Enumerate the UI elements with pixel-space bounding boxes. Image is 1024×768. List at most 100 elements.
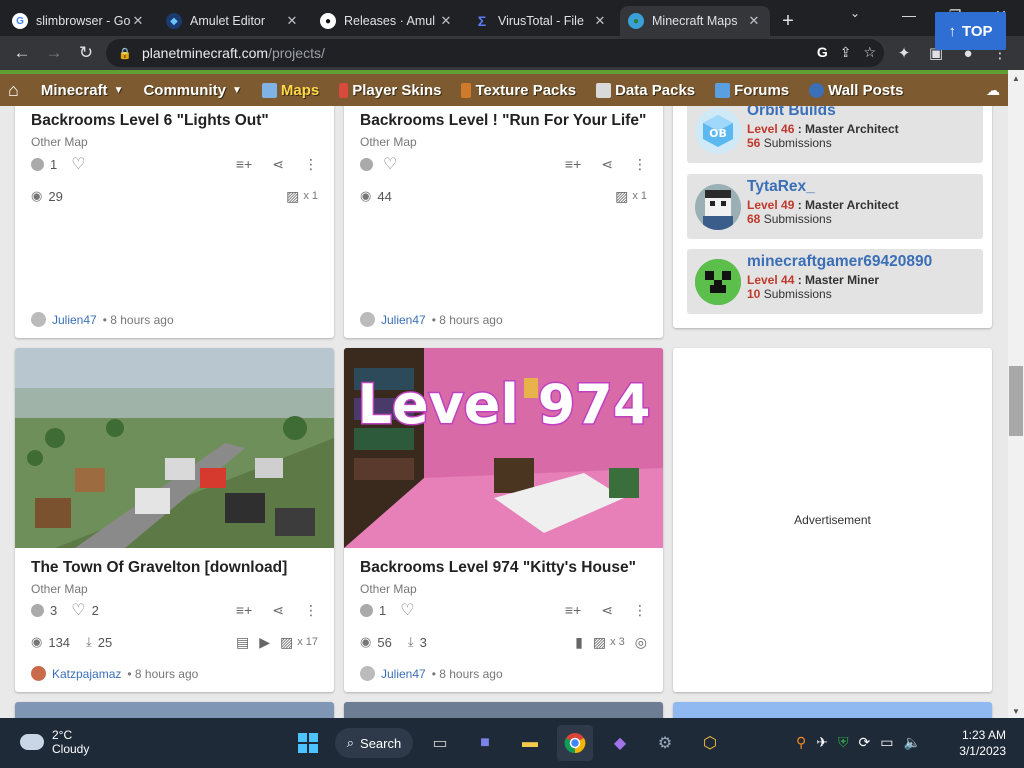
member-name[interactable]: minecraftgamer69420890 (747, 253, 932, 271)
bookmark-star-icon[interactable]: ☆ (863, 44, 876, 61)
task-view-icon[interactable]: ▭ (422, 725, 458, 761)
add-to-list-icon[interactable]: ≡+ (236, 156, 252, 172)
avatar[interactable] (360, 312, 375, 327)
security-icon[interactable]: ⛨ (838, 734, 849, 751)
project-card[interactable]: The Town Of Gravelton [download] Other M… (15, 348, 334, 692)
project-title[interactable]: The Town Of Gravelton [download] (31, 559, 287, 577)
advertisement-card[interactable]: Advertisement (673, 348, 992, 692)
share-icon[interactable]: ⋖ (601, 156, 613, 173)
close-icon[interactable]: ✕ (284, 13, 300, 29)
tab-amulet-editor[interactable]: ◆ Amulet Editor ✕ (158, 6, 308, 36)
compass-icon[interactable]: ◎ (635, 634, 647, 651)
member-card[interactable]: minecraftgamer69420890 Level 44 : Master… (687, 249, 983, 314)
more-icon[interactable]: ⋮ (633, 156, 647, 173)
minimize-icon[interactable]: — (886, 0, 932, 30)
project-title[interactable]: Backrooms Level 6 "Lights Out" (31, 112, 269, 130)
member-card[interactable]: OB Orbit Builds Level 46 : Master Archit… (687, 106, 983, 163)
heart-icon[interactable]: ♡ (71, 154, 85, 174)
project-thumbnail[interactable]: Level 974 (344, 348, 663, 548)
nav-wall-posts[interactable]: Wall Posts (809, 82, 903, 99)
heart-icon[interactable]: ♡ (400, 600, 414, 620)
sync-icon[interactable]: ⟳ (859, 734, 871, 751)
cloud-off-icon[interactable]: ☁ (986, 82, 1000, 99)
file-icon[interactable]: ▮ (575, 634, 583, 651)
back-icon[interactable]: ← (6, 38, 38, 68)
project-title[interactable]: Backrooms Level 974 "Kitty's House" (360, 559, 636, 577)
nav-data-packs[interactable]: Data Packs (596, 82, 695, 99)
video-icon[interactable]: ▶ (259, 634, 270, 651)
diamond-icon[interactable] (31, 603, 44, 617)
add-to-list-icon[interactable]: ≡+ (565, 602, 581, 618)
add-to-list-icon[interactable]: ≡+ (565, 156, 581, 172)
reload-icon[interactable]: ↻ (70, 38, 102, 68)
tab-virustotal[interactable]: Σ VirusTotal - File ✕ (466, 6, 616, 36)
nav-forums[interactable]: Forums (715, 82, 789, 99)
tab-releases[interactable]: ● Releases · Amul ✕ (312, 6, 462, 36)
volume-icon[interactable]: 🔈 (903, 734, 920, 751)
close-icon[interactable]: ✕ (592, 13, 608, 29)
home-icon[interactable]: ⌂ (8, 80, 19, 101)
image-icon[interactable]: ▨ (280, 634, 293, 651)
nav-texture-packs[interactable]: Texture Packs (461, 82, 576, 99)
heart-icon[interactable]: ♡ (383, 154, 397, 174)
project-category[interactable]: Other Map (360, 135, 417, 149)
heart-icon[interactable]: ♡ (71, 600, 85, 620)
file-explorer-icon[interactable]: ▬ (512, 725, 548, 761)
diamond-icon[interactable] (31, 157, 44, 171)
author-name[interactable]: Julien47 (381, 667, 426, 681)
member-card[interactable]: TytaRex_ Level 49 : Master Architect 68 … (687, 174, 983, 239)
forward-icon[interactable]: → (38, 38, 70, 68)
amulet-app-icon[interactable]: ⬡ (692, 725, 728, 761)
share-icon[interactable]: ⋖ (272, 156, 284, 173)
diamond-icon[interactable] (360, 603, 373, 617)
nav-community[interactable]: Community ▼ (143, 82, 241, 99)
close-icon[interactable]: ✕ (130, 13, 146, 29)
page-scrollbar[interactable]: ▲ ▼ (1008, 70, 1024, 718)
project-card-partial[interactable] (15, 702, 334, 718)
author-name[interactable]: Julien47 (52, 313, 97, 327)
project-category[interactable]: Other Map (31, 582, 88, 596)
project-thumbnail[interactable] (15, 348, 334, 548)
project-card-partial[interactable] (344, 702, 663, 718)
project-card[interactable]: Level 974 Backrooms Level 974 "Kitty's H… (344, 348, 663, 692)
back-to-top-button[interactable]: ↑ TOP (935, 12, 1006, 50)
project-card-partial[interactable] (673, 702, 992, 718)
project-card[interactable]: Backrooms Level ! "Run For Your Life" Ot… (344, 106, 663, 338)
close-icon[interactable]: ✕ (438, 13, 454, 29)
display-icon[interactable]: ▭ (880, 734, 893, 751)
image-icon[interactable]: ▨ (615, 188, 628, 205)
avatar[interactable] (31, 666, 46, 681)
project-category[interactable]: Other Map (360, 582, 417, 596)
taskbar-search-button[interactable]: ⌕ Search (335, 728, 413, 758)
close-icon[interactable]: ✕ (746, 13, 762, 29)
lock-icon[interactable]: 🔒 (118, 47, 132, 60)
extensions-icon[interactable]: ✦ (893, 44, 915, 62)
more-icon[interactable]: ⋮ (304, 602, 318, 619)
more-icon[interactable]: ⋮ (304, 156, 318, 173)
share-icon[interactable]: ⋖ (601, 602, 613, 619)
add-to-list-icon[interactable]: ≡+ (236, 602, 252, 618)
scrollbar-thumb[interactable] (1009, 366, 1023, 436)
settings-icon[interactable]: ⚙ (647, 725, 683, 761)
image-icon[interactable]: ▨ (286, 188, 299, 205)
search-tray-icon[interactable]: ⚲ (796, 734, 806, 751)
tab-slimbrowser[interactable]: G slimbrowser - Go ✕ (4, 6, 154, 36)
chrome-icon[interactable] (557, 725, 593, 761)
scroll-down-icon[interactable]: ▼ (1012, 707, 1020, 716)
address-bar[interactable]: 🔒 planetminecraft.com/projects/ G ⇪ ☆ (106, 39, 884, 67)
avatar[interactable]: OB (695, 108, 741, 154)
share-icon[interactable]: ⇪ (840, 44, 852, 61)
avatar[interactable] (360, 666, 375, 681)
archive-icon[interactable]: ▤ (236, 634, 249, 651)
avatar[interactable] (695, 259, 741, 305)
windows-start-icon[interactable] (290, 725, 326, 761)
weather-widget[interactable]: 2°C Cloudy (20, 728, 89, 756)
tab-search-icon[interactable]: ⌄ (850, 6, 860, 20)
avatar[interactable] (695, 184, 741, 230)
avatar[interactable] (31, 312, 46, 327)
google-lens-icon[interactable]: G (817, 44, 828, 61)
project-card[interactable]: Backrooms Level 6 "Lights Out" Other Map… (15, 106, 334, 338)
author-name[interactable]: Katzpajamaz (52, 667, 121, 681)
member-name[interactable]: Orbit Builds (747, 106, 836, 120)
member-name[interactable]: TytaRex_ (747, 178, 815, 196)
